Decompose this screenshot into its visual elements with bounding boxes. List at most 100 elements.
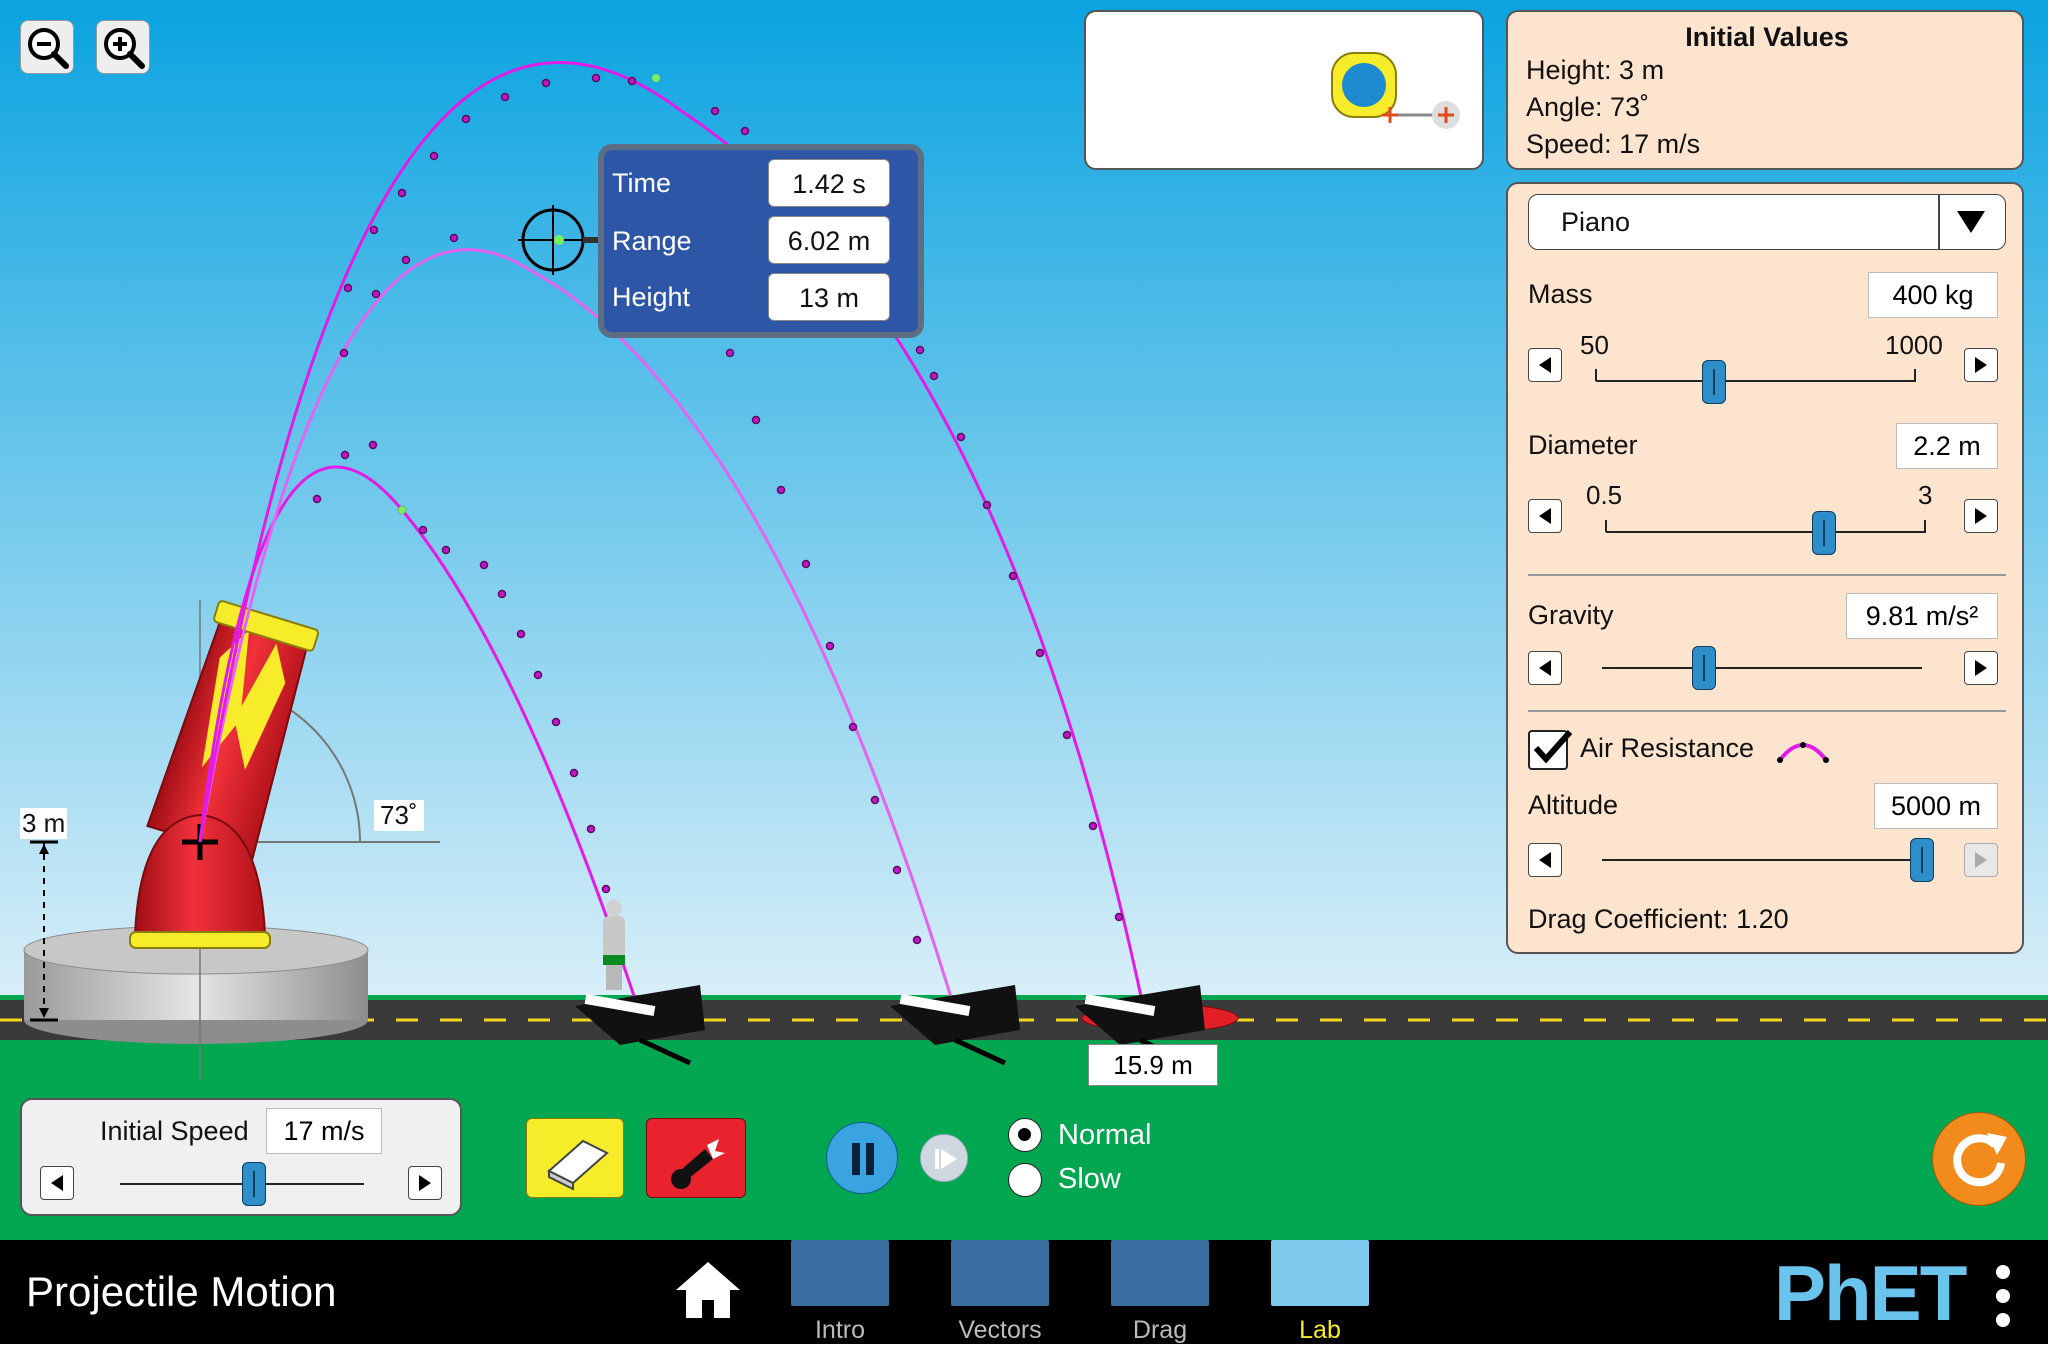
range-label: Range [612,226,692,256]
initial-speed: Speed: 17 m/s [1526,129,1701,159]
step-forward-icon [935,1149,957,1169]
tab-vectors-label: Vectors [958,1316,1042,1344]
gravity-increment-button[interactable] [1964,651,1998,685]
initial-values-panel: Initial Values Height: 3 m Angle: 73˚ Sp… [1506,10,2024,170]
tab-intro-label: Intro [814,1316,866,1344]
landing-distance-readout: 15.9 m [1088,1044,1218,1086]
pause-icon [852,1143,874,1175]
arrow-left-icon [1539,508,1551,524]
altitude-slider-track[interactable] [1602,859,1922,861]
diameter-slider-track[interactable] [1606,531,1926,533]
more-options-icon[interactable] [1990,1264,2016,1328]
cannon-base-ring [129,931,271,949]
projectile-select[interactable]: Piano [1528,194,2006,250]
diameter-max-label: 3 [1918,480,1933,510]
fire-button[interactable] [646,1118,746,1198]
gravity-label: Gravity [1528,600,1614,630]
tape-measure-icon[interactable] [1326,47,1466,147]
intro-screen-icon [791,1240,889,1306]
panel-divider [1528,574,2006,576]
diameter-slider-thumb[interactable] [1811,511,1836,555]
initial-angle: Angle: 73˚ [1526,92,1650,122]
tab-vectors[interactable]: Vectors [950,1240,1050,1344]
initial-speed-increment-button[interactable] [408,1166,442,1200]
vectors-screen-icon [951,1240,1049,1306]
speed-normal-radio[interactable] [1008,1118,1042,1152]
zoom-in-button[interactable] [96,20,150,74]
apex-marker-long [652,74,660,82]
time-value: 1.42 s [768,159,890,207]
diameter-increment-button[interactable] [1964,499,1998,533]
trajectory-arc-icon [1777,742,1829,763]
initial-speed-value: 17 m/s [266,1108,382,1154]
mass-slider-track[interactable] [1596,380,1916,382]
speed-slow-label: Slow [1058,1163,1121,1195]
mass-label: Mass [1528,279,1593,309]
altitude-increment-button[interactable] [1964,843,1998,877]
diameter-label: Diameter [1528,430,1638,460]
tab-lab[interactable]: Lab [1270,1240,1370,1344]
dropdown-arrow-icon [1957,211,1985,233]
gravity-slider-track[interactable] [1602,667,1922,669]
panel-divider [1528,710,2006,712]
gravity-slider-thumb[interactable] [1692,646,1717,690]
home-icon[interactable] [674,1260,742,1320]
reset-all-button[interactable] [1932,1112,2026,1206]
arrow-left-icon [1539,852,1551,868]
arrow-right-icon [1975,508,1987,524]
gravity-decrement-button[interactable] [1528,651,1562,685]
height-label: Height [612,282,691,312]
erase-button[interactable] [526,1118,624,1198]
drag-screen-icon [1111,1240,1209,1306]
apex-marker-short [398,506,406,514]
mass-increment-button[interactable] [1964,348,1998,382]
mass-slider-thumb[interactable] [1702,360,1727,404]
initial-speed-slider-thumb[interactable] [242,1162,267,1206]
step-forward-button[interactable] [920,1134,968,1182]
cannon-angle-label: 73˚ [374,800,424,831]
mass-decrement-button[interactable] [1528,348,1562,382]
arrow-right-icon [1975,660,1987,676]
checkmark-icon [1533,730,1573,764]
arrow-left-icon [1539,660,1551,676]
mass-min-label: 50 [1580,330,1609,360]
speed-slow-radio[interactable] [1008,1163,1042,1197]
eraser-icon [547,1139,609,1191]
arrow-right-icon [1975,852,1987,868]
air-resistance-label: Air Resistance [1580,733,1755,763]
tab-drag-label: Drag [1132,1316,1188,1344]
initial-values-title: Initial Values [1685,22,1849,52]
initial-speed-decrement-button[interactable] [40,1166,74,1200]
lab-screen-icon [1271,1240,1369,1306]
altitude-label: Altitude [1528,790,1619,820]
altitude-slider-thumb[interactable] [1910,838,1934,882]
mass-value: 400 kg [1868,272,1998,318]
pause-button[interactable] [826,1122,898,1194]
time-label: Time [612,168,671,198]
tab-drag[interactable]: Drag [1110,1240,1210,1344]
arrow-right-icon [1975,357,1987,373]
magnifier-minus-icon [28,28,69,69]
projectile-select-value: Piano [1561,207,1631,237]
air-resistance-checkbox[interactable] [1528,730,1573,770]
arrow-left-icon [1539,357,1551,373]
speed-normal-label: Normal [1058,1119,1152,1151]
arrow-left-icon [51,1175,63,1191]
sim-title: Projectile Motion [26,1268,337,1315]
diameter-decrement-button[interactable] [1528,499,1562,533]
toolbox-panel [1084,10,1484,170]
diameter-value: 2.2 m [1896,423,1998,469]
tab-intro[interactable]: Intro [790,1240,890,1344]
altitude-value: 5000 m [1874,783,1998,829]
magnifier-plus-icon [104,28,145,69]
height-value: 13 m [768,273,890,321]
mass-max-label: 1000 [1885,330,1943,360]
diameter-min-label: 0.5 [1586,480,1623,510]
initial-height: Height: 3 m [1526,55,1665,85]
altitude-decrement-button[interactable] [1528,843,1562,877]
initial-speed-label: Initial Speed [100,1116,249,1146]
zoom-out-button[interactable] [20,20,74,74]
simulation-screen: 3 m 73˚ Initial Values Height: 3 m Angle… [0,0,2048,1344]
arrow-right-icon [419,1175,431,1191]
phet-logo[interactable]: PhET [1774,1248,1967,1339]
